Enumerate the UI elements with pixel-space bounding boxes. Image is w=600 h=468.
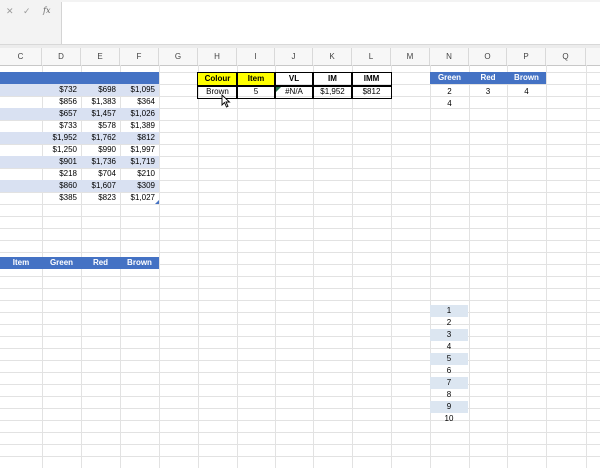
data-cell[interactable]: $578 <box>81 120 120 132</box>
column-header-h[interactable]: H <box>198 48 237 65</box>
list-item[interactable]: 7 <box>430 377 468 389</box>
data-cell[interactable]: $901 <box>42 156 81 168</box>
column-header-q[interactable]: Q <box>546 48 586 65</box>
data-cell[interactable]: $1,026 <box>120 108 159 120</box>
column-header-f[interactable]: F <box>120 48 159 65</box>
data-cell[interactable]: $1,607 <box>81 180 120 192</box>
data-cell[interactable]: $657 <box>42 108 81 120</box>
item-input[interactable]: 5 <box>237 86 275 98</box>
column-header-e[interactable]: E <box>81 48 120 65</box>
list-item[interactable]: 9 <box>430 401 468 413</box>
data-table-header[interactable] <box>0 72 159 84</box>
list-item[interactable]: 3 <box>430 329 468 341</box>
column-header-i[interactable]: I <box>237 48 275 65</box>
list-item[interactable]: 4 <box>430 341 468 353</box>
formula-bar: ✕ ✓ fx <box>0 0 600 44</box>
list-item[interactable]: 2 <box>430 317 468 329</box>
data-cell[interactable]: $1,719 <box>120 156 159 168</box>
list-item[interactable]: 10 <box>430 413 468 425</box>
data-cell[interactable]: $1,095 <box>120 84 159 96</box>
data-cell[interactable]: $1,457 <box>81 108 120 120</box>
formula-input[interactable] <box>61 2 600 44</box>
cancel-icon[interactable]: ✕ <box>6 6 14 17</box>
column-header-c[interactable]: C <box>0 48 42 65</box>
list-item[interactable]: 1 <box>430 305 468 317</box>
lookup-divider <box>197 85 392 87</box>
item-header[interactable]: Item <box>237 73 275 85</box>
data-cell[interactable]: $1,389 <box>120 120 159 132</box>
data-cell[interactable]: $732 <box>42 84 81 96</box>
data-cell[interactable]: $856 <box>42 96 81 108</box>
im-result[interactable]: $1,952 <box>313 86 352 98</box>
data-cell[interactable]: $385 <box>42 192 81 204</box>
colour-input[interactable]: Brown <box>198 86 237 98</box>
red-header[interactable]: Red <box>469 72 507 84</box>
data-cell[interactable]: $990 <box>81 144 120 156</box>
imm-result[interactable]: $812 <box>352 86 391 98</box>
data-cell[interactable]: $1,997 <box>120 144 159 156</box>
data-cell[interactable]: $1,762 <box>81 132 120 144</box>
column-header-l[interactable]: L <box>352 48 391 65</box>
data-cell[interactable]: $218 <box>42 168 81 180</box>
data-cell[interactable]: $309 <box>120 180 159 192</box>
summary-green-header[interactable]: Green <box>42 257 81 269</box>
column-header-g[interactable]: G <box>159 48 198 65</box>
data-cell[interactable]: $1,952 <box>42 132 81 144</box>
column-header-o[interactable]: O <box>469 48 507 65</box>
column-header-d[interactable]: D <box>42 48 81 65</box>
data-cell[interactable]: $812 <box>120 132 159 144</box>
count-cell[interactable]: 4 <box>507 86 546 98</box>
data-cell[interactable]: $823 <box>81 192 120 204</box>
list-item[interactable]: 5 <box>430 353 468 365</box>
brown-header[interactable]: Brown <box>507 72 546 84</box>
data-cell[interactable]: $364 <box>120 96 159 108</box>
column-header-p[interactable]: P <box>507 48 546 65</box>
colour-header[interactable]: Colour <box>198 73 237 85</box>
im-header[interactable]: IM <box>313 73 352 85</box>
insert-function-icon[interactable]: fx <box>43 6 50 15</box>
list-item[interactable]: 6 <box>430 365 468 377</box>
data-cell[interactable]: $210 <box>120 168 159 180</box>
data-cell[interactable]: $1,250 <box>42 144 81 156</box>
column-header-k[interactable]: K <box>313 48 352 65</box>
data-cell[interactable]: $1,736 <box>81 156 120 168</box>
data-cell[interactable]: $1,027 <box>120 192 159 204</box>
count-cell[interactable]: 3 <box>469 86 507 98</box>
data-cell[interactable]: $1,383 <box>81 96 120 108</box>
green-header[interactable]: Green <box>430 72 469 84</box>
data-cell[interactable]: $698 <box>81 84 120 96</box>
error-indicator-icon[interactable] <box>276 87 281 92</box>
mouse-cursor-icon <box>221 94 231 108</box>
column-header-n[interactable]: N <box>430 48 469 65</box>
list-item[interactable]: 8 <box>430 389 468 401</box>
imm-header[interactable]: IMM <box>352 73 391 85</box>
column-header-m[interactable]: M <box>391 48 430 65</box>
data-cell[interactable]: $733 <box>42 120 81 132</box>
enter-icon[interactable]: ✓ <box>23 6 31 17</box>
column-header-bar: C D E F G H I J K L M N O P Q <box>0 48 600 66</box>
summary-red-header[interactable]: Red <box>81 257 120 269</box>
summary-brown-header[interactable]: Brown <box>120 257 159 269</box>
data-cell[interactable]: $860 <box>42 180 81 192</box>
summary-item-header[interactable]: Item <box>0 257 42 269</box>
column-header-j[interactable]: J <box>275 48 313 65</box>
data-cell[interactable]: $704 <box>81 168 120 180</box>
count-cell[interactable]: 4 <box>430 98 469 110</box>
vl-header[interactable]: VL <box>275 73 313 85</box>
count-cell[interactable]: 2 <box>430 86 469 98</box>
table-resize-handle[interactable] <box>155 200 159 204</box>
